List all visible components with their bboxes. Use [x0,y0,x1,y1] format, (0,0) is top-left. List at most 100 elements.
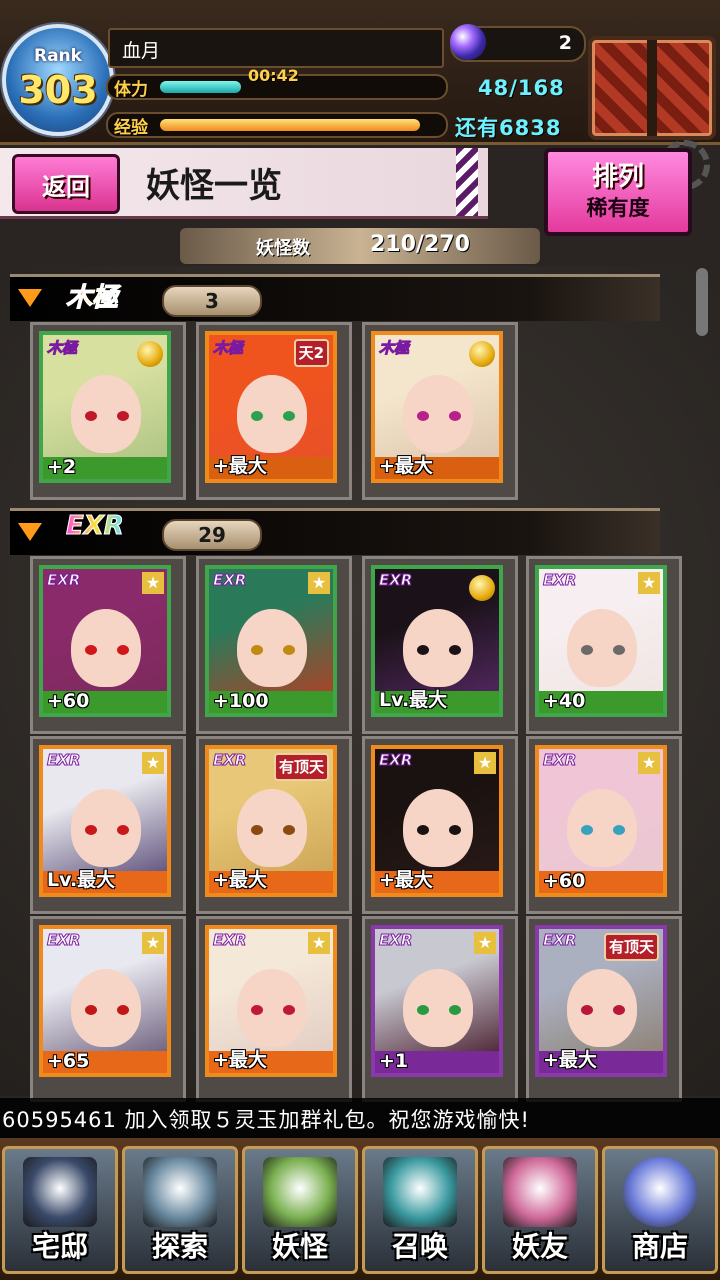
rank-label: Rank [34,46,82,66]
youkai-card[interactable]: EXR ★ +1 [362,916,518,1102]
news-ticker: 60595461 加入领取５灵玉加群礼包。祝您游戏愉快! [0,1098,720,1138]
nav-button-5[interactable]: 商店 [602,1146,718,1274]
level-text: +60 [47,690,90,712]
youkai-card[interactable]: EXR ★ +最大 [362,736,518,914]
youkai-portrait[interactable]: EXR ★ +最大 [205,925,337,1077]
scrollbar[interactable] [696,268,708,336]
portrait-eye [283,411,295,421]
ascension-tag: 有顶天 [273,753,329,781]
rarity-count-pill: 29 [162,519,262,551]
bottom-nav: 宅邸 探索 妖怪 召唤 妖友 商店 [0,1138,720,1280]
youkai-card[interactable]: EXR ★ +40 [526,556,682,734]
rarity-badge: 木極 [378,339,410,358]
youkai-portrait[interactable]: EXR ★ Lv.最大 [39,745,171,897]
youkai-card[interactable]: EXR ★ +最大 [196,916,352,1102]
player-name: 血月 [122,40,161,62]
sort-label: 排列 [591,162,644,192]
rarity-count: 29 [198,523,226,547]
rarity-badge: EXR [378,751,413,770]
collapse-triangle-icon[interactable] [18,523,42,541]
level-text: +最大 [213,1049,267,1071]
youkai-list[interactable]: 木極 3 木極 +2 木極 天2 +最大 木極 +最大 EXR 29 EXR ★ +60 EXR ★ +100 E… [0,266,720,1102]
youkai-card[interactable]: EXR ★ +60 [526,736,682,914]
youkai-card[interactable]: EXR ★ Lv.最大 [30,736,186,914]
sort-value: 稀有度 [586,196,650,220]
portrait-face [71,609,141,687]
scroll-icon [263,1157,337,1227]
portrait-eye [613,1005,625,1015]
nav-button-3[interactable]: 召唤 [362,1146,478,1274]
gem-counter[interactable]: 2 [450,24,586,62]
rarity-count-pill: 3 [162,285,262,317]
rarity-badge: EXR [46,931,81,950]
youkai-count-label: 妖怪数 [256,238,310,259]
rarity-badge: EXR [212,931,247,950]
status-bar: Rank 303 血月 2 体力 00:42 48/168 经验 还有6838 [0,0,720,145]
youkai-portrait[interactable]: EXR ★ +最大 [371,745,503,897]
nav-button-0[interactable]: 宅邸 [2,1146,118,1274]
youkai-card[interactable]: EXR Lv.最大 [362,556,518,734]
nav-button-2[interactable]: 妖怪 [242,1146,358,1274]
portrait-eye [581,1005,593,1015]
rarity-badge: EXR [378,931,413,950]
rarity-label: EXR [66,511,125,542]
exp-bar: 经验 [106,112,448,138]
rank-emblem[interactable]: Rank 303 [2,24,114,136]
collapse-triangle-icon[interactable] [18,289,42,307]
portrait-face [71,789,141,867]
star-icon: ★ [308,572,330,594]
youkai-portrait[interactable]: EXR ★ +60 [39,565,171,717]
youkai-portrait[interactable]: EXR ★ +1 [371,925,503,1077]
level-text: +100 [213,690,269,712]
rarity-label: 木極 [65,277,118,314]
portrait-eye [251,825,263,835]
youkai-portrait[interactable]: 木極 +最大 [371,331,503,483]
rarity-section-header[interactable]: EXR 29 [10,508,660,555]
star-icon: ★ [142,752,164,774]
rarity-count: 3 [205,289,219,313]
portrait-face [71,375,141,453]
youkai-portrait[interactable]: EXR 有顶天 +最大 [205,745,337,897]
youkai-count: 妖怪数 210/270 [180,228,540,264]
sort-button[interactable]: 排列 稀有度 [544,148,692,236]
portrait-face [237,969,307,1047]
youkai-card[interactable]: EXR 有顶天 +最大 [526,916,682,1102]
portrait-face [567,969,637,1047]
back-button[interactable]: 返回 [12,154,120,214]
youkai-card[interactable]: 木極 天2 +最大 [196,322,352,500]
nav-button-4[interactable]: 妖友 [482,1146,598,1274]
present-box-icon[interactable] [588,36,716,140]
youkai-card[interactable]: EXR 有顶天 +最大 [196,736,352,914]
gem-count: 2 [558,32,572,54]
nav-label: 宅邸 [31,1230,88,1263]
portrait-eye [117,1005,129,1015]
youkai-portrait[interactable]: 木極 +2 [39,331,171,483]
youkai-portrait[interactable]: EXR Lv.最大 [371,565,503,717]
youkai-portrait[interactable]: EXR ★ +65 [39,925,171,1077]
youkai-card[interactable]: 木極 +最大 [362,322,518,500]
portrait-eye [283,1005,295,1015]
youkai-portrait[interactable]: EXR ★ +40 [535,565,667,717]
portrait-eye [85,1005,97,1015]
rank-value: 303 [18,68,98,112]
exp-label: 经验 [114,118,148,138]
youkai-portrait[interactable]: EXR 有顶天 +最大 [535,925,667,1077]
level-text: +最大 [213,455,267,477]
youkai-card[interactable]: EXR ★ +60 [30,556,186,734]
youkai-card[interactable]: EXR ★ +65 [30,916,186,1102]
rarity-badge: EXR [46,571,81,590]
portrait-eye [117,411,129,421]
rarity-section-header[interactable]: 木極 3 [10,274,660,321]
portrait-eye [251,1005,263,1015]
star-icon: ★ [474,932,496,954]
youkai-card[interactable]: EXR ★ +100 [196,556,352,734]
level-text: Lv.最大 [47,869,116,891]
nav-button-1[interactable]: 探索 [122,1146,238,1274]
youkai-portrait[interactable]: EXR ★ +100 [205,565,337,717]
exp-remaining: 还有6838 [455,116,562,140]
youkai-card[interactable]: 木極 +2 [30,322,186,500]
youkai-portrait[interactable]: 木極 天2 +最大 [205,331,337,483]
youkai-portrait[interactable]: EXR ★ +60 [535,745,667,897]
back-button-label: 返回 [42,173,90,201]
level-text: +1 [379,1050,409,1072]
